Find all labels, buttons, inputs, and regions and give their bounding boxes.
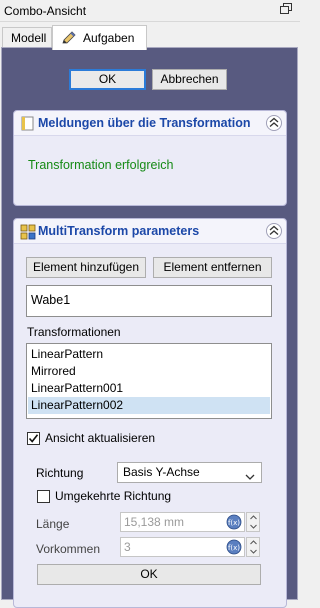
update-view-label: Ansicht aktualisieren: [45, 431, 156, 445]
feature-list[interactable]: Wabe1: [26, 285, 272, 317]
window-title: Combo-Ansicht: [4, 4, 87, 18]
task-panel: OK Abbrechen Meldungen über die Transfor…: [1, 47, 298, 608]
direction-select[interactable]: Basis Y-Achse: [117, 462, 262, 483]
tab-model[interactable]: Modell: [2, 27, 52, 48]
reverse-direction-checkbox[interactable]: [37, 490, 50, 503]
occurrences-value: 3: [124, 540, 131, 554]
expression-icon[interactable]: f(x): [226, 514, 242, 530]
tab-tasks-label: Aufgaben: [83, 31, 135, 45]
combo-view-titlebar: Combo-Ansicht: [0, 0, 300, 22]
transformation-item[interactable]: Mirrored: [28, 363, 270, 380]
transformation-status-message: Transformation erfolgreich: [28, 158, 174, 172]
undock-icon[interactable]: [280, 3, 294, 17]
transformation-item[interactable]: LinearPattern: [28, 346, 270, 363]
length-value: 15,138 mm: [124, 515, 185, 529]
occurrences-stepper[interactable]: [246, 537, 260, 557]
multitransform-icon: [20, 224, 36, 240]
tab-bar: Modell Aufgaben: [0, 22, 300, 50]
chevron-down-icon[interactable]: [250, 549, 257, 554]
messages-box-title: Meldungen über die Transformation: [38, 116, 251, 130]
update-view-checkbox[interactable]: [27, 432, 40, 445]
multitransform-box-title: MultiTransform parameters: [38, 224, 200, 238]
length-input[interactable]: 15,138 mm f(x): [120, 512, 245, 532]
expression-icon[interactable]: f(x): [226, 539, 242, 555]
svg-text:f(x): f(x): [228, 544, 240, 552]
transformation-item[interactable]: LinearPattern001: [28, 380, 270, 397]
svg-text:f(x): f(x): [228, 519, 240, 527]
length-label: Länge: [36, 517, 70, 531]
direction-select-value: Basis Y-Achse: [123, 465, 200, 479]
transform-ok-button[interactable]: OK: [37, 564, 261, 585]
messages-box-header[interactable]: Meldungen über die Transformation: [14, 111, 286, 136]
chevron-up-icon[interactable]: [250, 515, 257, 520]
messages-box: Meldungen über die Transformation Transf…: [13, 110, 287, 206]
remove-element-button[interactable]: Element entfernen: [153, 257, 272, 278]
occurrences-input[interactable]: 3 f(x): [120, 537, 245, 557]
occurrences-label: Vorkommen: [36, 542, 101, 556]
tab-model-label: Modell: [11, 31, 47, 45]
document-icon: [20, 116, 35, 131]
collapse-icon[interactable]: [266, 223, 282, 239]
ok-button[interactable]: OK: [69, 69, 146, 90]
cancel-button[interactable]: Abbrechen: [152, 69, 227, 90]
checkmark-icon: [28, 434, 39, 443]
transformations-list[interactable]: LinearPattern Mirrored LinearPattern001 …: [26, 343, 272, 419]
tab-tasks[interactable]: Aufgaben: [52, 25, 147, 50]
multitransform-box-header[interactable]: MultiTransform parameters: [14, 219, 286, 244]
direction-label: Richtung: [36, 466, 84, 480]
pencil-icon: [61, 30, 77, 46]
multitransform-box: MultiTransform parameters Element hinzuf…: [13, 218, 287, 608]
collapse-icon[interactable]: [266, 115, 282, 131]
chevron-up-icon[interactable]: [250, 540, 257, 545]
add-element-button[interactable]: Element hinzufügen: [26, 257, 146, 278]
chevron-down-icon: [245, 468, 255, 487]
length-stepper[interactable]: [246, 512, 260, 532]
transformations-label: Transformationen: [27, 325, 121, 339]
feature-list-item[interactable]: Wabe1: [31, 293, 70, 307]
reverse-direction-label: Umgekehrte Richtung: [55, 489, 172, 503]
chevron-down-icon[interactable]: [250, 524, 257, 529]
transformation-item-selected[interactable]: LinearPattern002: [28, 397, 270, 414]
